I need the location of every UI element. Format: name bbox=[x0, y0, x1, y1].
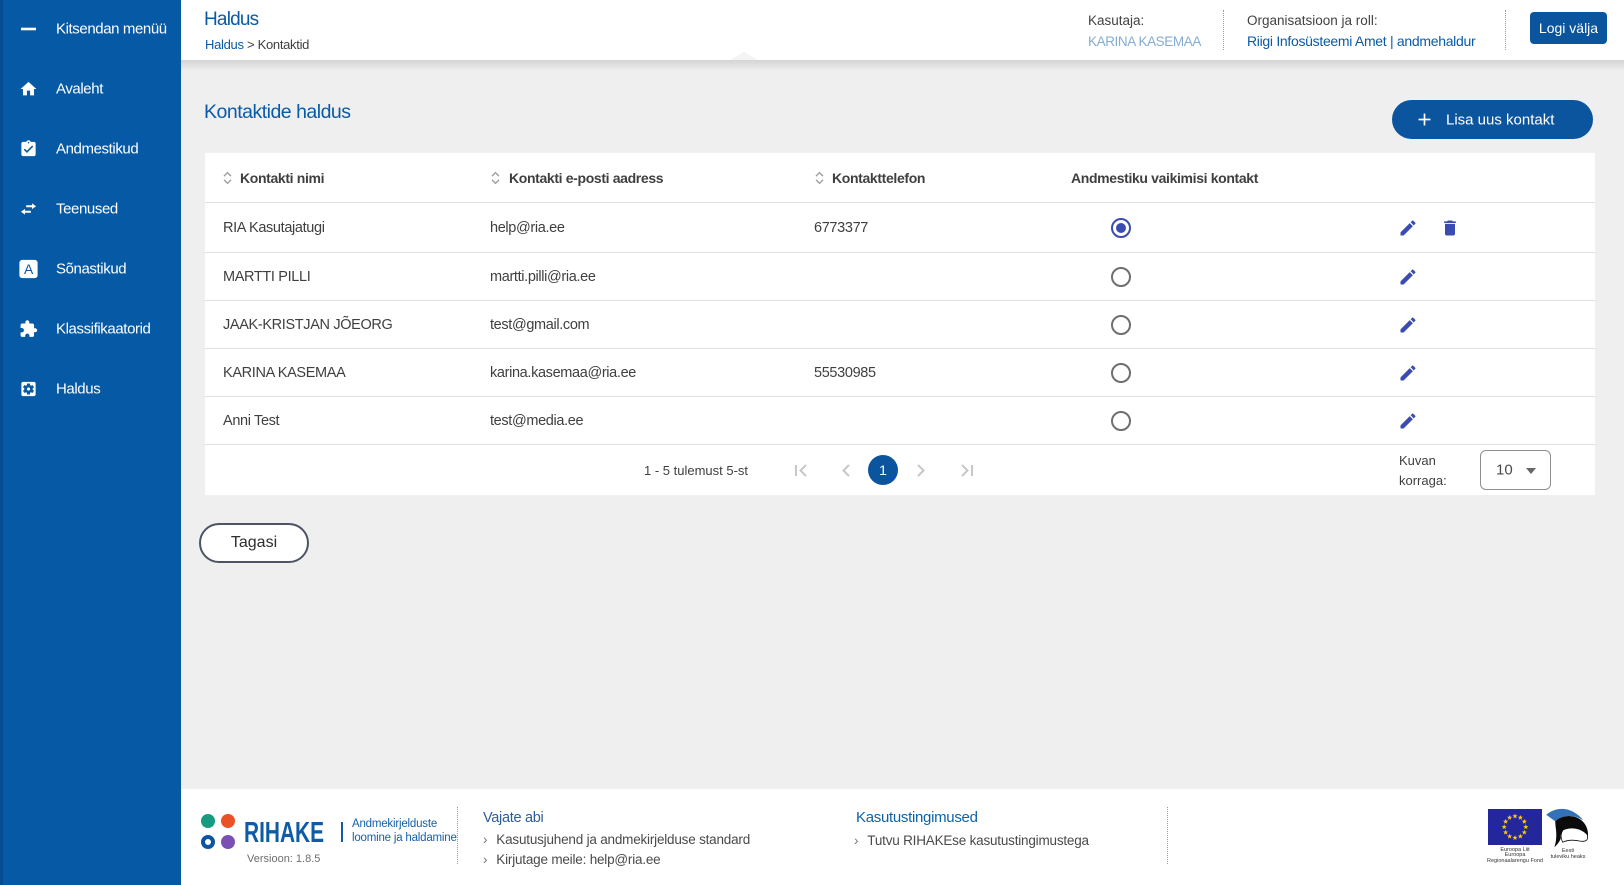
svg-text:A: A bbox=[24, 261, 34, 277]
